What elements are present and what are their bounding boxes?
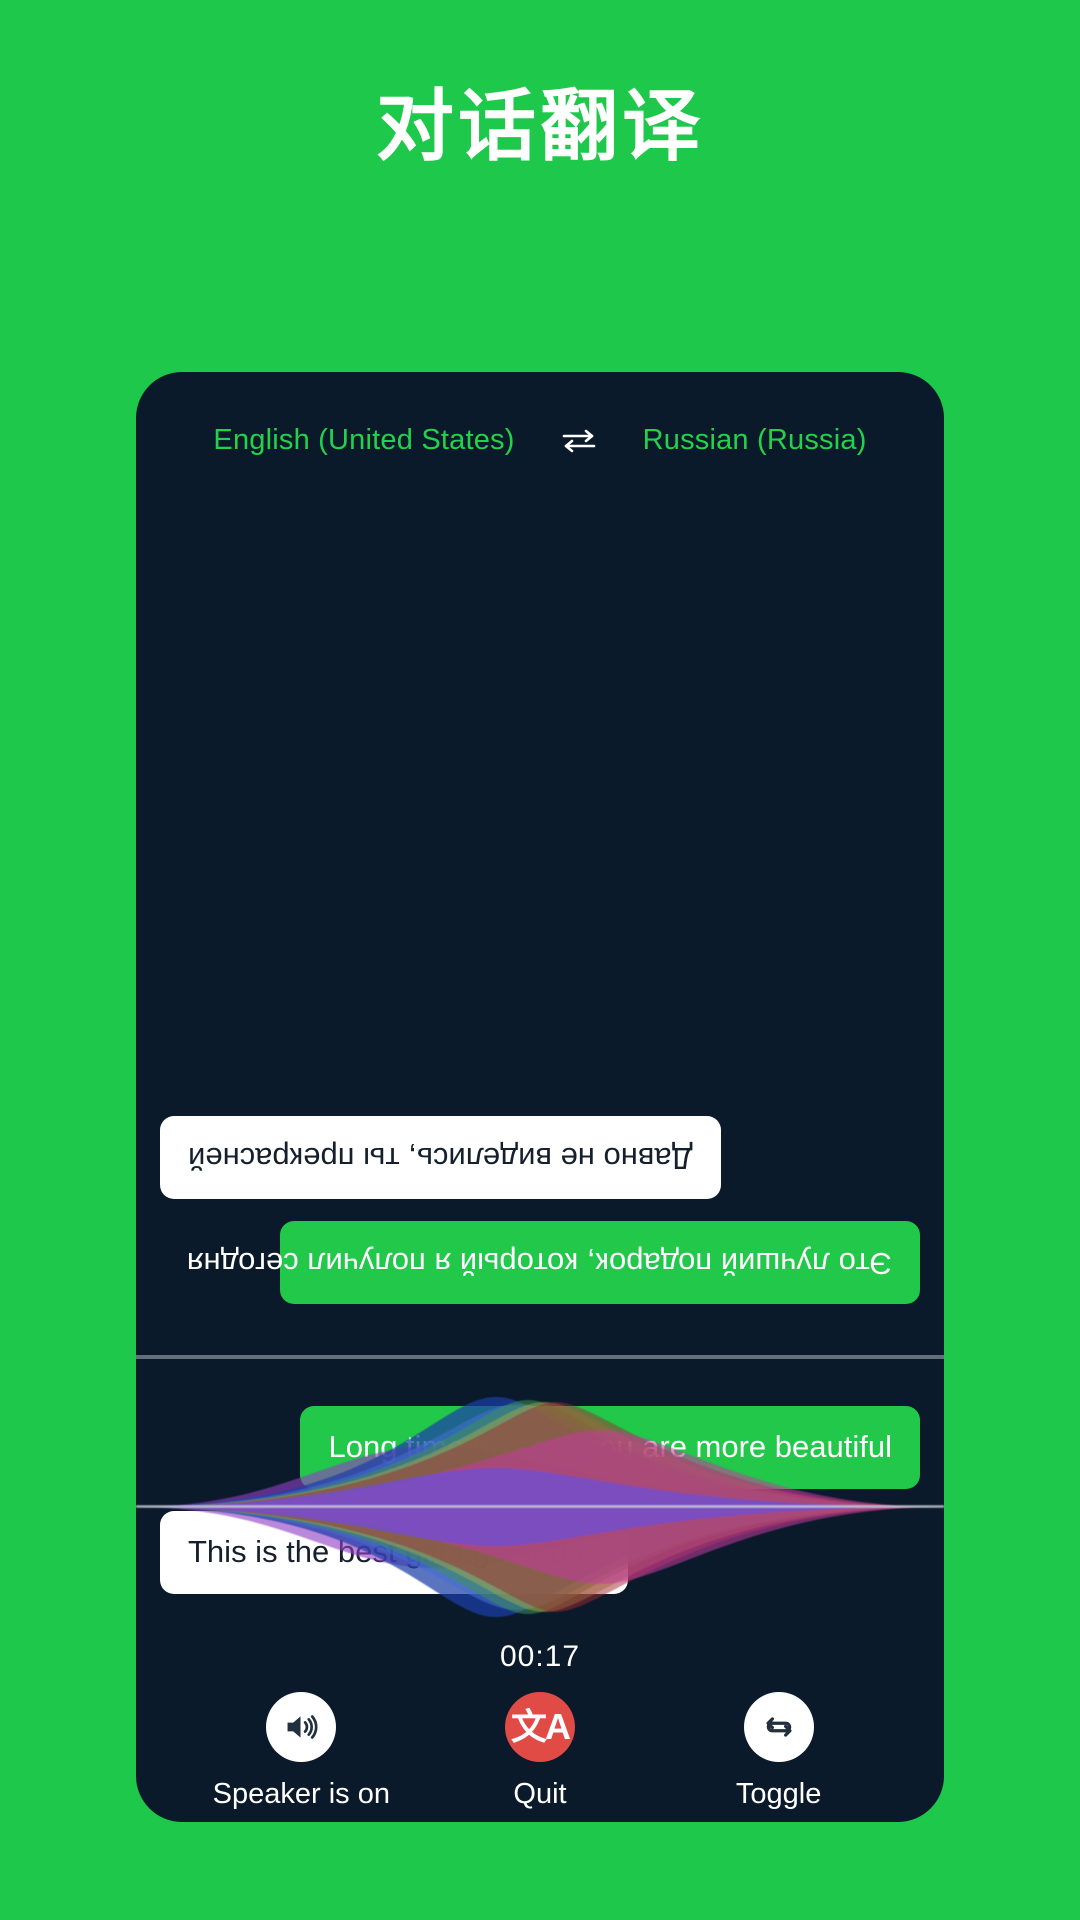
message-bubble[interactable]: Давно не виделись, ты прекрасней [160,1116,721,1200]
quit-button[interactable]: 文A Quit [430,1692,650,1811]
translator-panel: English (United States) Russian (Russia)… [136,372,944,1822]
message-bubble[interactable]: This is the best gift I got today [160,1510,628,1594]
message-bubble[interactable]: Long time no see, you are more beautiful [300,1406,920,1489]
message-row: Давно не виделись, ты прекрасней [160,1095,920,1200]
toggle-button[interactable]: Toggle [669,1692,889,1811]
page-title: 对话翻译 [375,82,704,170]
translate-glyph: 文A [510,1706,571,1747]
quit-label: Quit [513,1778,567,1810]
swap-arrows-icon[interactable] [561,426,597,456]
source-language-selector[interactable]: English (United States) [213,424,514,457]
speaker-toggle-label: Speaker is on [212,1778,390,1810]
speaker-on-icon[interactable] [266,1692,337,1762]
language-bar: English (United States) Russian (Russia) [136,424,944,457]
speaker-toggle-button[interactable]: Speaker is on [191,1692,411,1811]
translate-icon[interactable]: 文A [504,1692,575,1762]
remote-conversation-pane: Это лучший подарок, который я получил се… [136,468,944,1356]
message-bubble[interactable]: Это лучший подарок, который я получил се… [187,1221,920,1304]
pane-divider [136,1355,944,1359]
recording-timer: 00:17 [499,1640,581,1673]
control-bar: Speaker is on 文A Quit Toggle [136,1692,944,1811]
target-language-selector[interactable]: Russian (Russia) [643,424,867,457]
message-row: Это лучший подарок, который я получил се… [160,1199,920,1304]
toggle-label: Toggle [735,1778,822,1810]
message-row: This is the best gift I got today [160,1510,920,1616]
message-row: Long time no see, you are more beautiful [160,1406,920,1511]
local-conversation-pane: Long time no see, you are more beautiful… [136,1362,944,1616]
repeat-toggle-icon[interactable] [743,1692,814,1762]
